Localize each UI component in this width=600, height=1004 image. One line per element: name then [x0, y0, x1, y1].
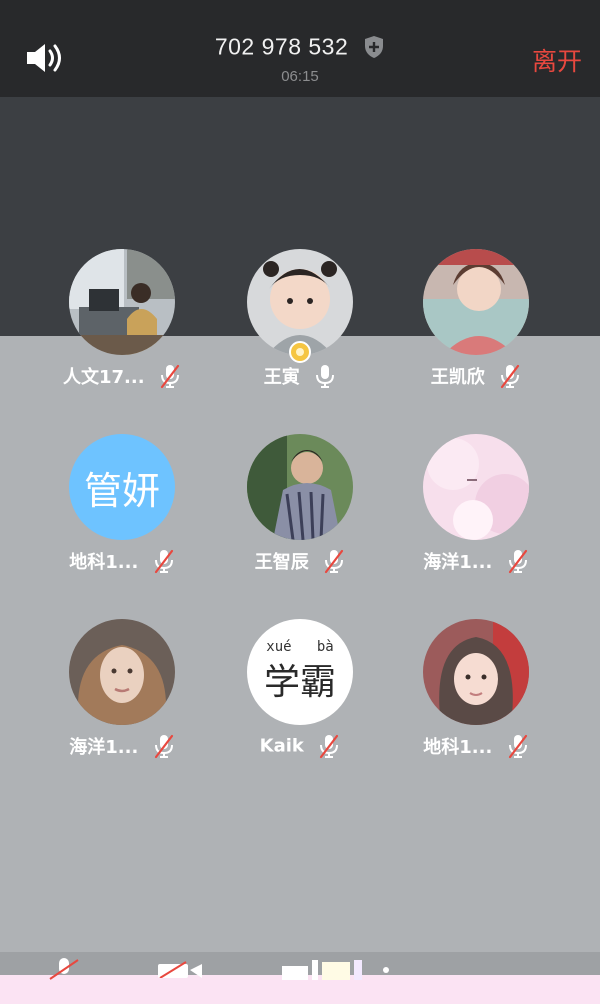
participant-name: 人文17...	[62, 367, 145, 388]
mic-muted-icon	[325, 549, 344, 574]
participant-label: 王凯欣	[386, 363, 566, 389]
share-screen-toolbar-icon[interactable]	[282, 958, 392, 980]
participant-name: 地科1...	[69, 552, 139, 573]
participant-name: 海洋1...	[423, 552, 493, 573]
host-badge-icon	[289, 341, 311, 363]
mic-muted-icon	[154, 734, 173, 759]
mic-on-icon	[316, 365, 335, 388]
avatar: 管妍	[69, 434, 175, 540]
participant-label: 人文17...	[32, 363, 212, 389]
participant-label: 王智辰	[210, 548, 390, 574]
avatar-pinyin: xué bà	[266, 639, 334, 655]
participant-tile[interactable]: xué bà 学霸 Kaik	[210, 619, 390, 779]
avatar	[423, 249, 529, 355]
avatar	[247, 249, 353, 355]
participant-tile[interactable]: 王智辰	[210, 434, 390, 594]
camera-toolbar-icon[interactable]	[156, 958, 206, 978]
avatar: xué bà 学霸	[247, 619, 353, 725]
participant-name: 王智辰	[254, 552, 309, 573]
mic-muted-icon	[160, 364, 180, 389]
avatar	[247, 434, 353, 540]
participant-name: 王寅	[263, 367, 300, 388]
avatar-initials: 学霸	[263, 662, 336, 703]
participant-tile[interactable]: 人文17...	[32, 249, 212, 409]
avatar	[423, 619, 529, 725]
participant-label: 海洋1...	[32, 733, 212, 759]
participant-name: 海洋1...	[69, 737, 139, 758]
participant-tile[interactable]: 王凯欣	[386, 249, 566, 409]
participant-label: 地科1...	[32, 548, 212, 574]
avatar	[69, 619, 175, 725]
participant-name: 地科1...	[423, 737, 493, 758]
microphone-toolbar-icon[interactable]	[48, 958, 80, 980]
mic-muted-icon	[501, 364, 520, 389]
mic-muted-icon	[508, 734, 527, 759]
participant-tile[interactable]: 地科1...	[386, 619, 566, 779]
participant-grid: 人文17... 王寅 王凯欣 管妍 地科1... 王智辰 海洋1... 海洋1.…	[0, 0, 600, 1004]
participant-name: 王凯欣	[430, 367, 485, 388]
participant-tile[interactable]: 海洋1...	[386, 434, 566, 594]
participant-label: 地科1...	[386, 733, 566, 759]
avatar	[423, 434, 529, 540]
mic-muted-icon	[508, 549, 527, 574]
participant-tile[interactable]: 王寅	[210, 249, 390, 409]
mic-muted-icon	[320, 734, 339, 759]
participant-tile[interactable]: 管妍 地科1...	[32, 434, 212, 594]
participant-label: 海洋1...	[386, 548, 566, 574]
participant-label: 王寅	[210, 363, 390, 389]
avatar	[69, 249, 175, 355]
participant-name: Kaik	[259, 735, 304, 757]
participant-label: Kaik	[210, 733, 390, 759]
mic-muted-icon	[154, 549, 173, 574]
participant-tile[interactable]: 海洋1...	[32, 619, 212, 779]
avatar-initials: 管妍	[83, 468, 160, 513]
